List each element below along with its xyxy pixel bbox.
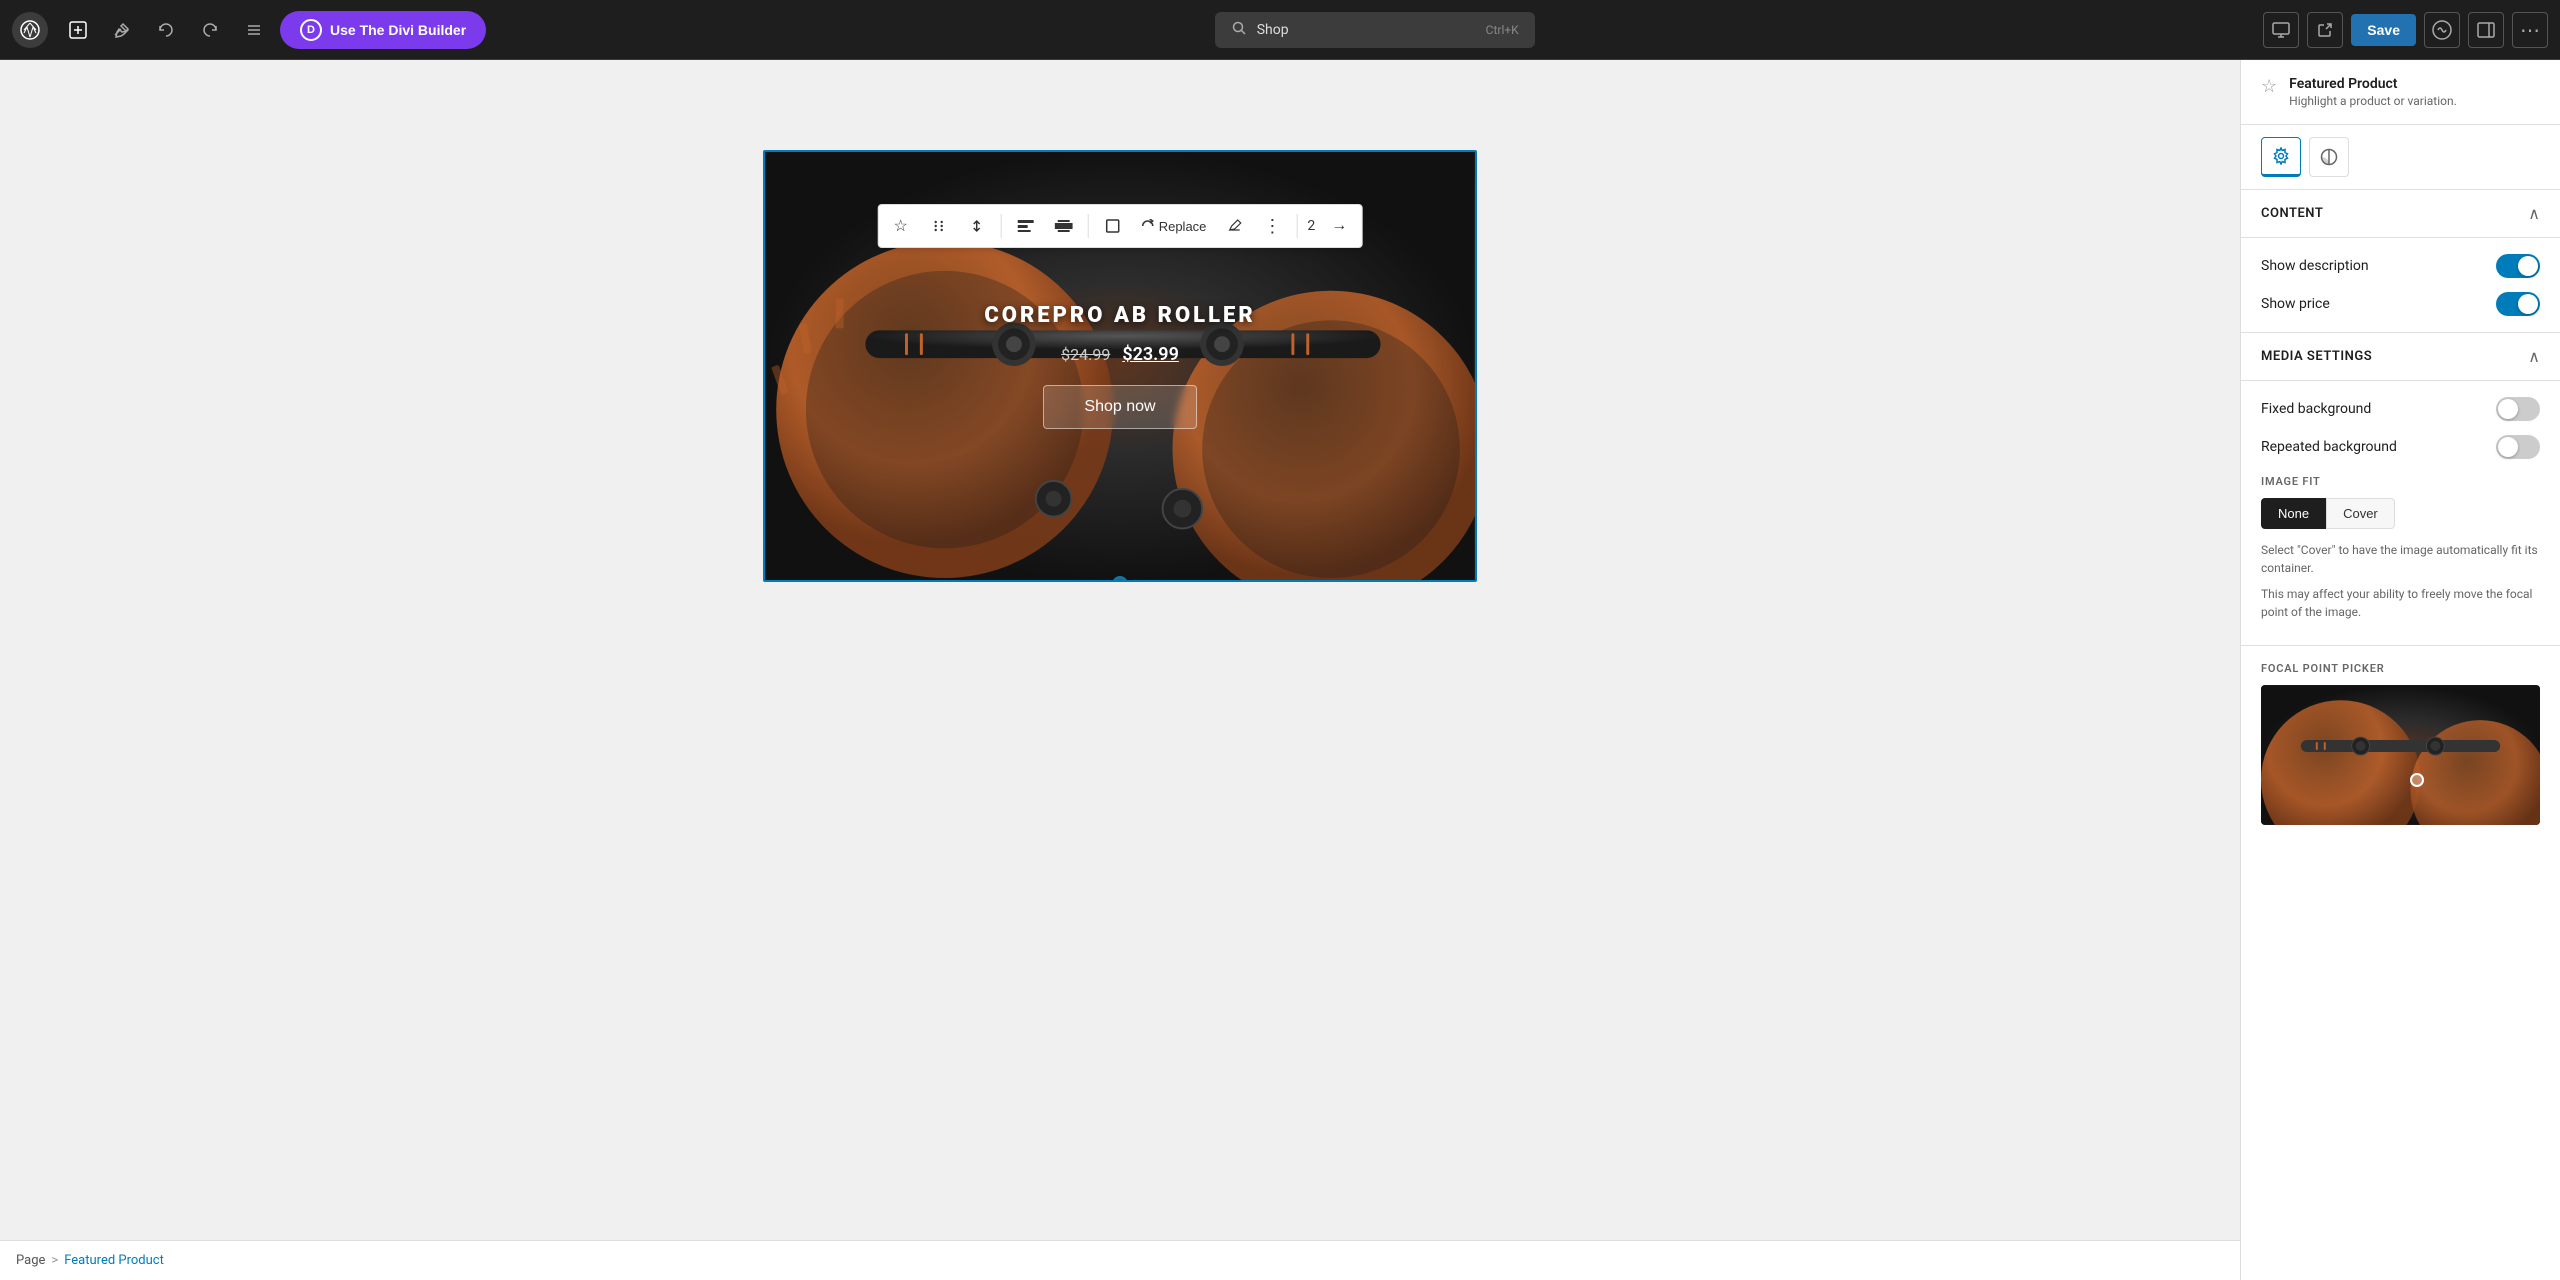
settings-tab-gear[interactable] — [2261, 137, 2301, 177]
add-block-button[interactable] — [60, 12, 96, 48]
breadcrumb: Page > Featured Product — [0, 1240, 2240, 1280]
content-section-label: Content — [2261, 206, 2323, 221]
content-section-toggle-icon: ∧ — [2528, 204, 2540, 223]
block-info-text: Featured Product Highlight a product or … — [2289, 76, 2457, 108]
panel-content: Content ∧ Show description Show price — [2241, 190, 2560, 1280]
wp-logo[interactable] — [12, 12, 48, 48]
page-search[interactable]: Shop Ctrl+K — [1215, 12, 1535, 48]
block-wrapper: ☆ — [763, 150, 1477, 582]
tools-button[interactable] — [104, 12, 140, 48]
show-price-knob — [2518, 294, 2538, 314]
desktop-view-button[interactable] — [2263, 12, 2299, 48]
top-toolbar: D Use The Divi Builder Shop Ctrl+K — [0, 0, 2560, 60]
external-link-button[interactable] — [2307, 12, 2343, 48]
shop-now-button[interactable]: Shop now — [1043, 385, 1196, 429]
image-fit-help-text-1: Select "Cover" to have the image automat… — [2261, 541, 2540, 577]
block-move-button[interactable] — [959, 208, 995, 244]
media-settings-label: Media settings — [2261, 349, 2372, 364]
block-drag-button[interactable] — [921, 208, 957, 244]
media-settings-body: Fixed background Repeated background IMA… — [2241, 381, 2560, 646]
show-description-toggle[interactable] — [2496, 254, 2540, 278]
repeated-background-row: Repeated background — [2261, 435, 2540, 459]
more-options-block-button[interactable]: ⋮ — [1254, 208, 1290, 244]
show-description-knob — [2518, 256, 2538, 276]
right-panel: Page Block ✕ ☆ Featured Product Highligh… — [2240, 0, 2560, 1280]
toolbar-divider-2 — [1088, 214, 1089, 238]
divi-builder-button[interactable]: D Use The Divi Builder — [280, 11, 486, 49]
repeated-background-label: Repeated background — [2261, 439, 2397, 455]
show-price-label: Show price — [2261, 296, 2330, 312]
focal-preview-inner — [2261, 685, 2540, 825]
block-description: Highlight a product or variation. — [2289, 94, 2457, 108]
content-section-body: Show description Show price — [2241, 238, 2560, 333]
more-options-button[interactable]: ⋯ — [2512, 12, 2548, 48]
repeated-background-knob — [2498, 437, 2518, 457]
block-info: ☆ Featured Product Highlight a product o… — [2241, 60, 2560, 125]
focal-point-label: FOCAL POINT PICKER — [2261, 662, 2540, 675]
breadcrumb-page-link[interactable]: Page — [16, 1253, 45, 1268]
fixed-background-label: Fixed background — [2261, 401, 2371, 417]
block-step-number: 2 — [1303, 218, 1319, 234]
product-price: $24.99 $23.99 — [1061, 344, 1179, 365]
fixed-background-knob — [2498, 399, 2518, 419]
image-fit-help-text-2: This may affect your ability to freely m… — [2261, 585, 2540, 621]
show-description-row: Show description — [2261, 254, 2540, 278]
align-wide-button[interactable] — [1046, 208, 1082, 244]
replace-button[interactable]: Replace — [1133, 215, 1215, 238]
block-title: Featured Product — [2289, 76, 2457, 92]
image-fit-label: IMAGE FIT — [2261, 475, 2540, 488]
focal-point-section: FOCAL POINT PICKER — [2241, 662, 2560, 825]
breadcrumb-current: Featured Product — [64, 1253, 164, 1268]
show-price-toggle[interactable] — [2496, 292, 2540, 316]
edit-button[interactable] — [1216, 208, 1252, 244]
toolbar-divider-3 — [1296, 214, 1297, 238]
media-settings-header[interactable]: Media settings ∧ — [2241, 333, 2560, 381]
divi-icon: D — [300, 19, 322, 41]
list-view-button[interactable] — [236, 12, 272, 48]
toolbar-center: Shop Ctrl+K — [494, 12, 2255, 48]
block-star-icon: ☆ — [2261, 76, 2277, 97]
media-settings-section: Media settings ∧ Fixed background Repeat… — [2241, 333, 2560, 646]
breadcrumb-separator: > — [51, 1253, 58, 1268]
content-section: Content ∧ Show description Show price — [2241, 190, 2560, 333]
undo-button[interactable] — [148, 12, 184, 48]
toolbar-divider-1 — [1001, 214, 1002, 238]
settings-tabs — [2241, 125, 2560, 190]
settings-tab-style[interactable] — [2309, 137, 2349, 177]
price-old: $24.99 — [1061, 345, 1110, 364]
show-price-row: Show price — [2261, 292, 2540, 316]
content-section-header[interactable]: Content ∧ — [2241, 190, 2560, 238]
save-button[interactable]: Save — [2351, 14, 2416, 46]
image-fit-none-button[interactable]: None — [2261, 498, 2326, 529]
block-toolbar: ☆ — [878, 204, 1363, 248]
repeated-background-toggle[interactable] — [2496, 435, 2540, 459]
media-section-toggle-icon: ∧ — [2528, 347, 2540, 366]
focal-point-preview[interactable] — [2261, 685, 2540, 825]
redo-button[interactable] — [192, 12, 228, 48]
next-block-button[interactable]: → — [1321, 208, 1357, 244]
align-left-button[interactable] — [1008, 208, 1044, 244]
show-description-label: Show description — [2261, 258, 2369, 274]
toolbar-right: Save ⋯ — [2263, 12, 2548, 48]
sidebar-toggle-button[interactable] — [2468, 12, 2504, 48]
fixed-background-row: Fixed background — [2261, 397, 2540, 421]
main-content: ☆ — [0, 60, 2240, 1240]
product-name: COREPRO AB ROLLER — [984, 303, 1255, 328]
page-search-shortcut: Ctrl+K — [1486, 23, 1519, 37]
price-new: $23.99 — [1122, 344, 1179, 365]
image-fit-buttons: None Cover — [2261, 498, 2540, 529]
page-search-text: Shop — [1257, 22, 1476, 38]
crop-button[interactable] — [1095, 208, 1131, 244]
focal-point-dot[interactable] — [2410, 773, 2424, 787]
block-star-button[interactable]: ☆ — [883, 208, 919, 244]
image-fit-cover-button[interactable]: Cover — [2326, 498, 2395, 529]
fixed-background-toggle[interactable] — [2496, 397, 2540, 421]
search-icon — [1231, 20, 1247, 40]
divi-settings-button[interactable] — [2424, 12, 2460, 48]
